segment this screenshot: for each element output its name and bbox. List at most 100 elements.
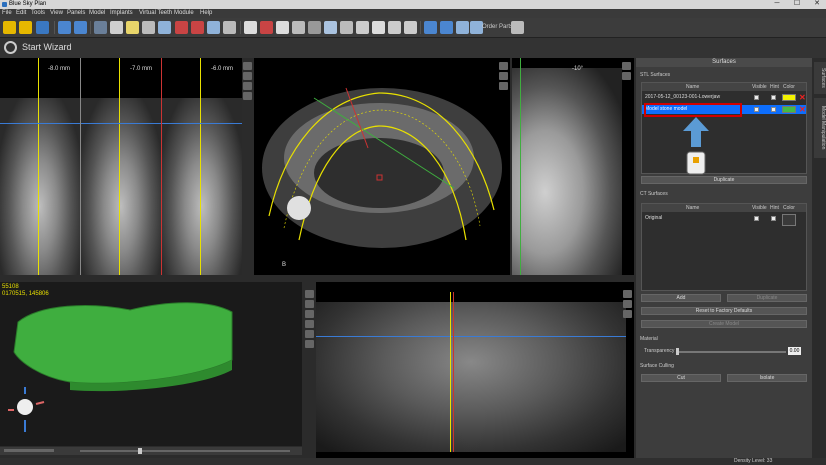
menu-virtual-teeth[interactable]: Virtual Teeth bbox=[139, 9, 172, 18]
visible-checkbox[interactable] bbox=[754, 95, 759, 100]
view-tool-icon[interactable] bbox=[622, 72, 631, 80]
view-tool-icon[interactable] bbox=[305, 310, 314, 318]
hint-checkbox[interactable] bbox=[771, 95, 776, 100]
minimize-button[interactable]: ─ bbox=[768, 0, 786, 9]
color-swatch[interactable] bbox=[782, 106, 796, 113]
distance-icon[interactable] bbox=[388, 21, 401, 34]
view-tool-icon[interactable] bbox=[499, 72, 508, 80]
view-tool-icon[interactable] bbox=[623, 300, 632, 308]
measure-icon[interactable] bbox=[158, 21, 171, 34]
view-tool-icon[interactable] bbox=[305, 290, 314, 298]
view-tool-icon[interactable] bbox=[243, 82, 252, 90]
timeline-slider-handle[interactable] bbox=[138, 448, 142, 454]
menu-file[interactable]: File bbox=[2, 9, 12, 18]
tab-model-manipulation[interactable]: Model Manipulation bbox=[814, 98, 826, 158]
create-model-button[interactable]: Create Model bbox=[641, 320, 807, 328]
view-tool-icon[interactable] bbox=[305, 300, 314, 308]
cross-section-view-1[interactable]: -8.0 mm bbox=[0, 58, 80, 275]
menu-tools[interactable]: Tools bbox=[31, 9, 45, 18]
hand-icon[interactable] bbox=[110, 21, 123, 34]
contrast-icon[interactable] bbox=[308, 21, 321, 34]
menu-panels[interactable]: Panels bbox=[67, 9, 85, 18]
view-tool-icon[interactable] bbox=[243, 72, 252, 80]
view-tool-icon[interactable] bbox=[305, 330, 314, 338]
refresh-icon[interactable] bbox=[424, 21, 437, 34]
layer-dropdown[interactable] bbox=[4, 449, 54, 452]
zoom-icon[interactable] bbox=[142, 21, 155, 34]
sagittal-view[interactable]: -10° bbox=[512, 58, 634, 275]
tab-surfaces[interactable]: Surfaces bbox=[814, 62, 826, 94]
cross-section-view-3[interactable]: -6.0 mm bbox=[161, 58, 242, 275]
hint-checkbox[interactable] bbox=[771, 216, 776, 221]
menu-implants[interactable]: Implants bbox=[110, 9, 133, 18]
arch-icon[interactable] bbox=[244, 21, 257, 34]
undo-icon[interactable] bbox=[58, 21, 71, 34]
transparency-slider[interactable] bbox=[676, 351, 786, 353]
cross-section-view-2[interactable]: -7.0 mm bbox=[80, 58, 161, 275]
menu-model[interactable]: Model bbox=[89, 9, 105, 18]
view-tool-icon[interactable] bbox=[243, 92, 252, 100]
pen-icon[interactable] bbox=[260, 21, 273, 34]
save-icon[interactable] bbox=[36, 21, 49, 34]
duplicate-button[interactable]: Duplicate bbox=[641, 176, 807, 184]
table-row[interactable]: Original bbox=[642, 214, 806, 226]
color-swatch[interactable] bbox=[782, 214, 796, 226]
view-tool-icon[interactable] bbox=[243, 62, 252, 70]
nerve-icon[interactable] bbox=[175, 21, 188, 34]
power-icon[interactable] bbox=[4, 41, 17, 54]
duplicate-ct-button[interactable]: Duplicate bbox=[727, 294, 807, 302]
start-wizard-label[interactable]: Start Wizard bbox=[22, 42, 72, 52]
layout-icon[interactable] bbox=[94, 21, 107, 34]
close-button[interactable]: ✕ bbox=[808, 0, 826, 9]
view-tool-icon[interactable] bbox=[499, 62, 508, 70]
menu-help[interactable]: Help bbox=[200, 9, 212, 18]
orientation-label: B bbox=[282, 262, 287, 268]
menu-view[interactable]: View bbox=[50, 9, 63, 18]
tooth-icon[interactable] bbox=[223, 21, 236, 34]
layers-icon[interactable] bbox=[440, 21, 453, 34]
view-tool-icon[interactable] bbox=[305, 340, 314, 348]
transparency-slider-handle[interactable] bbox=[676, 348, 679, 355]
view-tool-icon[interactable] bbox=[499, 82, 508, 90]
menu-module[interactable]: Module bbox=[174, 9, 194, 18]
view-tool-icon[interactable] bbox=[623, 290, 632, 298]
visible-checkbox[interactable] bbox=[754, 216, 759, 221]
redo-icon[interactable] bbox=[74, 21, 87, 34]
guide-icon[interactable] bbox=[292, 21, 305, 34]
axial-view[interactable]: B bbox=[254, 58, 510, 275]
view-tool-icon[interactable] bbox=[305, 320, 314, 328]
reset-factory-button[interactable]: Reset to Factory Defaults bbox=[641, 307, 807, 315]
ruler-icon[interactable] bbox=[126, 21, 139, 34]
table-row[interactable]: 2017-05-12_00123-001-Lowerjaw ✕ bbox=[642, 93, 806, 102]
visible-checkbox[interactable] bbox=[754, 107, 759, 112]
panoramic-view[interactable] bbox=[316, 282, 634, 458]
fullscreen-icon[interactable] bbox=[511, 21, 524, 34]
delete-icon[interactable]: ✕ bbox=[799, 93, 806, 102]
open-recent-icon[interactable] bbox=[19, 21, 32, 34]
isolate-button[interactable]: Isolate bbox=[727, 374, 807, 382]
model-3d-view[interactable]: 55108 0170515, 145806 bbox=[0, 282, 302, 446]
zoom-in-icon[interactable] bbox=[340, 21, 353, 34]
delete-icon[interactable]: ✕ bbox=[799, 105, 806, 114]
cloud-icon[interactable] bbox=[456, 21, 469, 34]
order-parts-link[interactable]: Order Parts bbox=[482, 24, 513, 30]
color-swatch[interactable] bbox=[782, 94, 796, 101]
angle-icon[interactable] bbox=[372, 21, 385, 34]
rotate-icon[interactable] bbox=[324, 21, 337, 34]
hint-checkbox[interactable] bbox=[771, 107, 776, 112]
crown-icon[interactable] bbox=[276, 21, 289, 34]
menu-edit[interactable]: Edit bbox=[16, 9, 26, 18]
open-folder-icon[interactable] bbox=[3, 21, 16, 34]
timeline-slider[interactable] bbox=[80, 450, 290, 452]
view-tool-icon[interactable] bbox=[623, 310, 632, 318]
curve-icon[interactable] bbox=[191, 21, 204, 34]
protractor-icon[interactable] bbox=[404, 21, 417, 34]
view-tool-icon[interactable] bbox=[622, 62, 631, 70]
implant-icon[interactable] bbox=[207, 21, 220, 34]
pan-icon[interactable] bbox=[356, 21, 369, 34]
ct-surfaces-table: Name Visible Hint Color Original bbox=[641, 203, 807, 291]
cut-button[interactable]: Cut bbox=[641, 374, 721, 382]
transparency-input[interactable]: 0.00 bbox=[788, 347, 801, 355]
add-button[interactable]: Add bbox=[641, 294, 721, 302]
maximize-button[interactable]: ☐ bbox=[788, 0, 806, 9]
